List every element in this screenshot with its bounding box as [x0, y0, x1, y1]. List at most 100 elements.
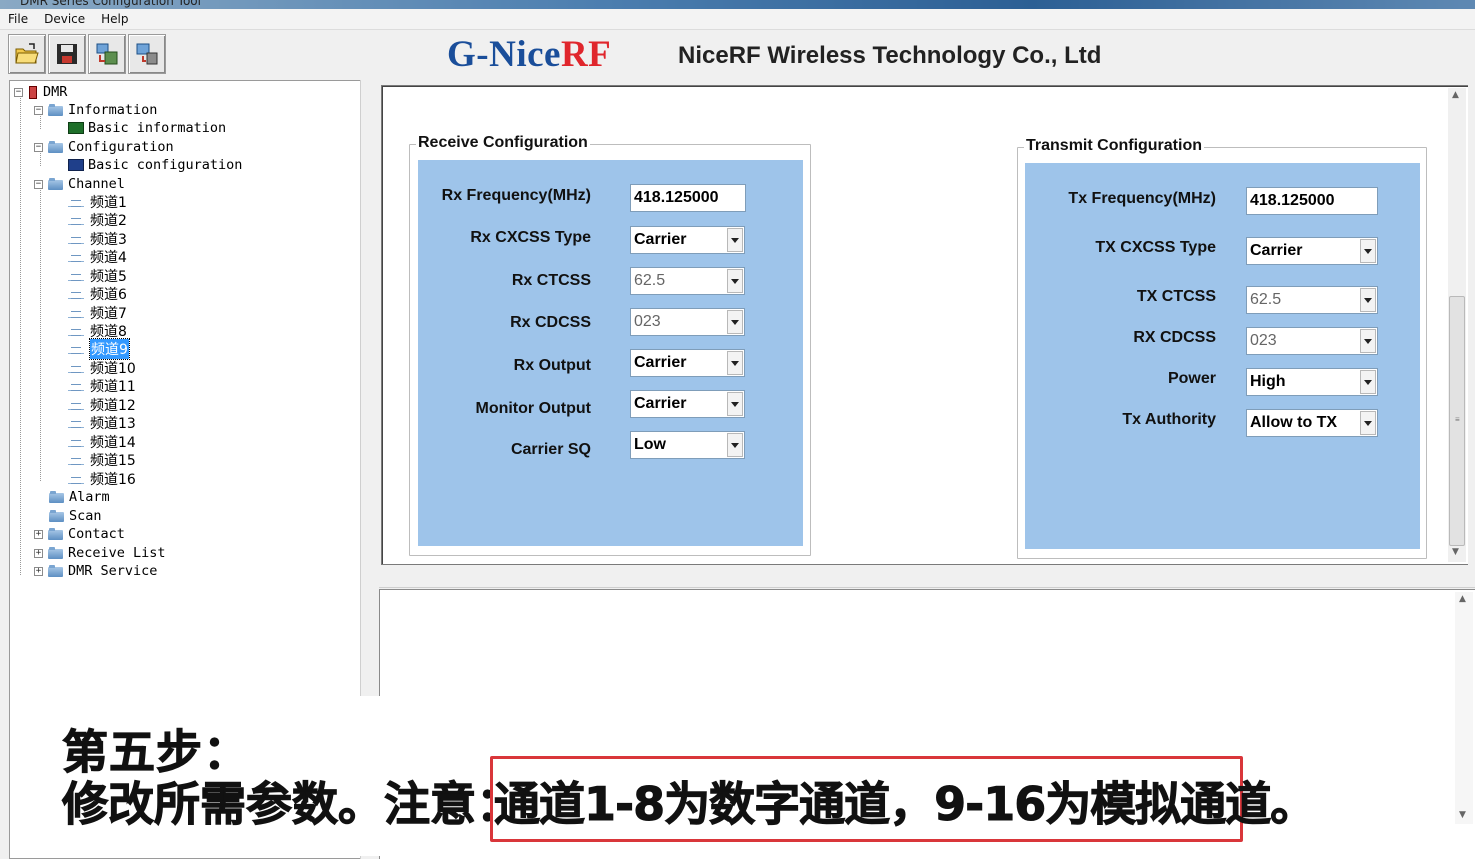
folder-icon [48, 547, 64, 559]
collapse-icon[interactable]: − [14, 87, 23, 97]
tree-node-basic-configuration[interactable]: Basic configuration [68, 156, 242, 174]
transmit-config-title: Transmit Configuration [1024, 137, 1204, 155]
tree-node-channel-8[interactable]: 频道8 [68, 322, 127, 340]
tree-node-alarm[interactable]: Alarm [49, 488, 110, 506]
rx-cdcss-select[interactable]: 023 [630, 308, 745, 336]
collapse-icon[interactable]: − [34, 105, 43, 115]
grip-icon: ≡ [1455, 415, 1460, 424]
tx-frequency-input[interactable]: 418.125000 [1246, 187, 1378, 215]
tree-node-channel-5[interactable]: 频道5 [68, 267, 127, 285]
tree-line [20, 93, 21, 575]
channel-label: 频道3 [90, 232, 127, 248]
chevron-down-icon [1364, 420, 1372, 426]
tree-node-channel-9[interactable]: 频道9 [68, 338, 130, 360]
scroll-down-icon[interactable]: ▼ [1459, 810, 1466, 820]
tree-node-information[interactable]: − Information [34, 101, 157, 119]
menu-device[interactable]: Device [36, 12, 93, 26]
tree-node-channel-16[interactable]: 频道16 [68, 470, 136, 488]
tree-label-basic-configuration: Basic configuration [88, 157, 243, 173]
tree-node-receive-list[interactable]: + Receive List [34, 544, 166, 562]
channel-icon [68, 364, 84, 373]
scroll-up-icon[interactable]: ▲ [1459, 594, 1466, 604]
power-select[interactable]: High [1246, 368, 1378, 396]
tree-node-dmr-service[interactable]: + DMR Service [34, 562, 157, 580]
collapse-icon[interactable]: − [34, 142, 43, 152]
config-scrollbar[interactable]: ▲ ≡ ▼ [1448, 88, 1466, 562]
tree-node-channel-12[interactable]: 频道12 [68, 396, 136, 414]
channel-icon [68, 216, 84, 225]
open-button[interactable] [8, 34, 46, 74]
tree-node-channel-3[interactable]: 频道3 [68, 230, 127, 248]
chevron-down-icon [731, 237, 739, 243]
save-button[interactable] [48, 34, 86, 74]
tree-node-basic-information[interactable]: Basic information [68, 119, 226, 137]
dropdown-button[interactable] [727, 351, 743, 375]
channel-icon [68, 290, 84, 299]
rx-cdcss-value: 023 [634, 313, 661, 330]
channel-label: 频道10 [90, 361, 136, 377]
tree-node-channel-6[interactable]: 频道6 [68, 285, 127, 303]
channel-label: 频道16 [90, 472, 136, 488]
dropdown-button[interactable] [1360, 239, 1376, 263]
collapse-icon[interactable]: − [34, 179, 43, 189]
expand-icon[interactable]: + [34, 548, 43, 558]
tree-node-channel-7[interactable]: 频道7 [68, 304, 127, 322]
tree-node-channel-13[interactable]: 频道13 [68, 414, 136, 432]
dropdown-button[interactable] [727, 433, 743, 457]
read-device-button[interactable] [88, 34, 126, 74]
tx-rx-cdcss-select[interactable]: 023 [1246, 327, 1378, 355]
rx-ctcss-select[interactable]: 62.5 [630, 267, 745, 295]
dropdown-button[interactable] [1360, 288, 1376, 312]
folder-icon [48, 528, 64, 540]
tree-node-dmr[interactable]: − DMR [14, 83, 67, 101]
rx-frequency-input[interactable]: 418.125000 [630, 184, 746, 212]
dropdown-button[interactable] [1360, 411, 1376, 435]
tx-ctcss-select[interactable]: 62.5 [1246, 286, 1378, 314]
dropdown-button[interactable] [727, 269, 743, 293]
tree-node-channel-2[interactable]: 频道2 [68, 211, 127, 229]
tx-cxcss-type-select[interactable]: Carrier [1246, 237, 1378, 265]
tree-node-channel-14[interactable]: 频道14 [68, 433, 136, 451]
rx-cdcss-label: Rx CDCSS [510, 314, 591, 331]
rx-cxcss-type-label: Rx CXCSS Type [470, 229, 591, 246]
channel-icon [68, 235, 84, 244]
tree-node-channel-11[interactable]: 频道11 [68, 377, 136, 395]
folder-icon [49, 510, 65, 522]
tree-node-scan[interactable]: Scan [49, 507, 102, 525]
scroll-up-icon[interactable]: ▲ [1452, 90, 1459, 100]
tree-label-dmr: DMR [43, 84, 68, 100]
log-scrollbar[interactable]: ▲ ▼ [1455, 592, 1473, 824]
menu-help[interactable]: Help [93, 12, 136, 26]
scroll-thumb[interactable]: ≡ [1449, 296, 1465, 546]
scroll-down-icon[interactable]: ▼ [1452, 547, 1459, 557]
tx-authority-label: Tx Authority [1122, 411, 1216, 428]
chevron-down-icon [1364, 338, 1372, 344]
write-device-button[interactable] [128, 34, 166, 74]
tx-rx-cdcss-label: RX CDCSS [1133, 329, 1216, 346]
rx-output-label: Rx Output [513, 357, 591, 374]
tx-authority-select[interactable]: Allow to TX [1246, 409, 1378, 437]
menu-file[interactable]: File [0, 12, 36, 26]
channel-icon [68, 438, 84, 447]
tree-node-channel[interactable]: − Channel [34, 175, 125, 193]
dropdown-button[interactable] [727, 392, 743, 416]
chevron-down-icon [1364, 248, 1372, 254]
rx-output-select[interactable]: Carrier [630, 349, 745, 377]
channel-config-panel: Receive Configuration Rx Frequency(MHz) … [381, 85, 1468, 565]
tree-node-configuration[interactable]: − Configuration [34, 138, 174, 156]
tree-node-channel-10[interactable]: 频道10 [68, 359, 136, 377]
carrier-sq-select[interactable]: Low [630, 431, 745, 459]
tree-node-channel-15[interactable]: 频道15 [68, 451, 136, 469]
dropdown-button[interactable] [727, 228, 743, 252]
dropdown-button[interactable] [727, 310, 743, 334]
tree-node-channel-1[interactable]: 频道1 [68, 193, 127, 211]
rx-cxcss-type-select[interactable]: Carrier [630, 226, 745, 254]
expand-icon[interactable]: + [34, 566, 43, 576]
tree-node-contact[interactable]: + Contact [34, 525, 125, 543]
dropdown-button[interactable] [1360, 370, 1376, 394]
expand-icon[interactable]: + [34, 529, 43, 539]
dropdown-button[interactable] [1360, 329, 1376, 353]
tree-node-channel-4[interactable]: 频道4 [68, 248, 127, 266]
monitor-output-select[interactable]: Carrier [630, 390, 745, 418]
chevron-down-icon [731, 360, 739, 366]
